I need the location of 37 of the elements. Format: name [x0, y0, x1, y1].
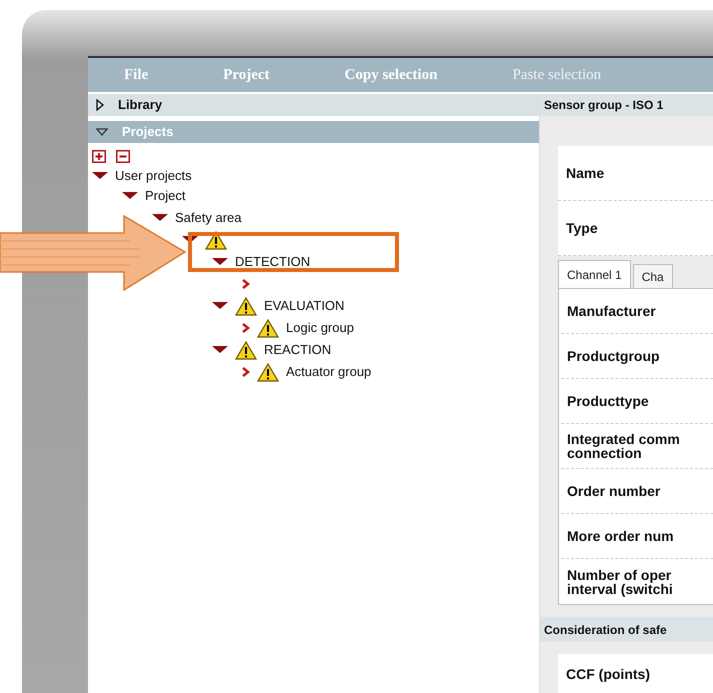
chevron-icon[interactable] [242, 367, 250, 377]
expanded-triangle-icon[interactable] [92, 172, 108, 180]
expanded-triangle-icon[interactable] [182, 236, 198, 244]
field-label: More order num [566, 529, 674, 543]
chevron-icon[interactable] [242, 323, 250, 333]
chevron-icon[interactable] [242, 279, 250, 289]
tree-item[interactable]: DETECTION [235, 252, 310, 272]
panel-title: Sensor group - ISO 1 [540, 94, 713, 116]
expanded-triangle-icon[interactable] [212, 258, 228, 266]
field-label: Productgroup [566, 349, 660, 363]
expanded-triangle-icon[interactable] [212, 302, 228, 310]
tree-item[interactable]: Actuator group [286, 362, 372, 382]
section-header: Consideration of safe [540, 617, 713, 642]
field-label: Manufacturer [566, 304, 656, 318]
tree-item[interactable]: Project [145, 186, 186, 206]
collapse-triangle-icon [96, 128, 108, 136]
accordion-header[interactable]: Library [88, 94, 539, 116]
tree-item[interactable]: REACTION [264, 340, 332, 360]
field-label: Number of oper interval (switchi [566, 568, 673, 596]
field-label: Integrated comm connection [566, 432, 680, 460]
expand-all-icon[interactable] [92, 150, 106, 162]
expanded-triangle-icon[interactable] [122, 192, 138, 200]
field-label: Type [558, 201, 713, 256]
channel-tab[interactable]: Channel 1 [558, 260, 631, 288]
tree-item[interactable]: Safety area [175, 208, 242, 228]
collapse-all-icon[interactable] [116, 150, 130, 162]
expanded-triangle-icon[interactable] [212, 346, 228, 354]
tree-item[interactable]: User projects [115, 166, 192, 186]
field-label: CCF (points) [566, 664, 650, 684]
tree-item[interactable]: EVALUATION [264, 296, 344, 316]
field-label: Order number [566, 484, 660, 498]
expanded-triangle-icon[interactable] [152, 214, 168, 222]
expand-triangle-icon [96, 99, 104, 111]
field-label: Producttype [566, 394, 649, 408]
field-label: Name [558, 146, 713, 201]
tree-item[interactable]: Logic group [286, 318, 354, 338]
channel-tab[interactable]: Cha [632, 264, 673, 288]
